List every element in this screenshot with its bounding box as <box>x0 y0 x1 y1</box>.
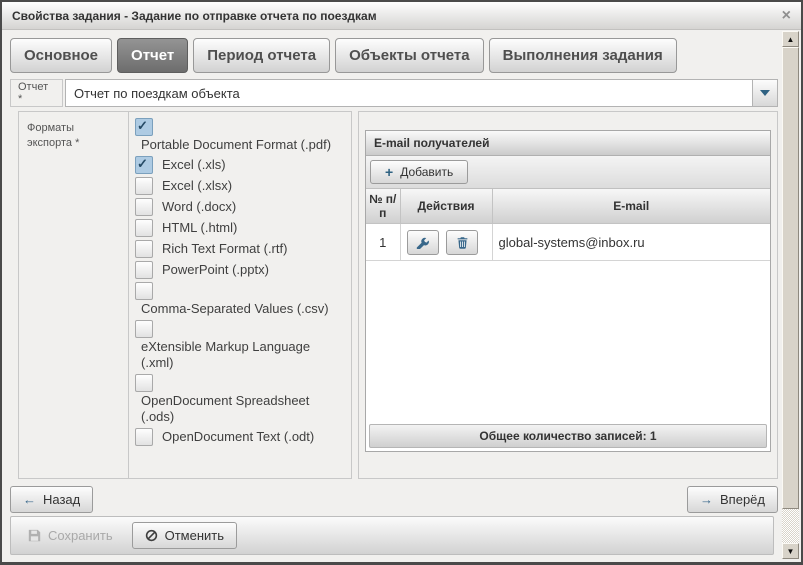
cancel-button-label: Отменить <box>165 528 224 543</box>
plus-icon: + <box>385 166 393 178</box>
format-label: eXtensible Markup Language (.xml) <box>141 339 345 371</box>
recipients-table: № п/п Действия E-mail 1 <box>366 189 770 261</box>
delete-recipient-button[interactable] <box>446 230 478 255</box>
main-row: Форматы экспорта * ✓ Portable Document Fo… <box>18 111 778 479</box>
checkbox-xls[interactable]: ✓ <box>135 156 153 174</box>
title-bar: Свойства задания - Задание по отправке о… <box>2 2 801 30</box>
checkbox-odt[interactable]: ✓ <box>135 428 153 446</box>
forward-button[interactable]: → Вперёд <box>687 486 778 513</box>
checkbox-pptx[interactable]: ✓ <box>135 261 153 279</box>
report-select-value: Отчет по поездкам объекта <box>66 80 752 106</box>
dialog-content: Основное Отчет Период отчета Объекты отч… <box>2 30 780 562</box>
format-label: OpenDocument Spreadsheet (.ods) <box>141 393 345 425</box>
format-label: Rich Text Format (.rtf) <box>162 241 287 256</box>
check-icon: ✓ <box>137 156 148 172</box>
format-item-csv: ✓Comma-Separated Values (.csv) <box>135 282 345 317</box>
export-formats-label: Форматы экспорта * <box>19 112 129 478</box>
records-count-bar: Общее количество записей: 1 <box>369 424 767 448</box>
report-select-dropdown-button[interactable] <box>752 80 777 106</box>
column-header-actions[interactable]: Действия <box>400 189 492 224</box>
table-header-row: № п/п Действия E-mail <box>366 189 770 224</box>
report-select[interactable]: Отчет по поездкам объекта <box>65 79 778 107</box>
scroll-up-button[interactable]: ▲ <box>782 31 799 47</box>
checkbox-html[interactable]: ✓ <box>135 219 153 237</box>
format-item-pptx: ✓ PowerPoint (.pptx) <box>135 261 345 279</box>
email-panel-toolbar: + Добавить <box>366 156 770 189</box>
report-field-row: Отчет * Отчет по поездкам объекта <box>10 79 778 107</box>
tab-report-objects[interactable]: Объекты отчета <box>335 38 484 73</box>
row-number: 1 <box>366 224 400 261</box>
dialog-footer: Сохранить Отменить <box>10 516 774 555</box>
forward-button-label: Вперёд <box>720 492 765 507</box>
checkbox-xml[interactable]: ✓ <box>135 320 153 338</box>
report-label: Отчет * <box>10 79 63 107</box>
format-item-ods: ✓OpenDocument Spreadsheet (.ods) <box>135 374 345 425</box>
checkbox-pdf[interactable]: ✓ <box>135 118 153 136</box>
row-actions <box>400 224 492 261</box>
format-item-xml: ✓eXtensible Markup Language (.xml) <box>135 320 345 371</box>
format-item-odt: ✓ OpenDocument Text (.odt) <box>135 428 345 446</box>
check-icon: ✓ <box>137 118 148 134</box>
format-label: OpenDocument Text (.odt) <box>162 429 314 444</box>
edit-recipient-button[interactable] <box>407 230 439 255</box>
format-label: Excel (.xls) <box>162 157 226 172</box>
wizard-nav: ← Назад → Вперёд <box>10 486 778 513</box>
checkbox-ods[interactable]: ✓ <box>135 374 153 392</box>
format-item-xlsx: ✓ Excel (.xlsx) <box>135 177 345 195</box>
back-button[interactable]: ← Назад <box>10 486 93 513</box>
cancel-icon <box>145 529 158 542</box>
recipient-email: global-systems@inbox.ru <box>492 224 770 261</box>
back-button-label: Назад <box>43 492 80 507</box>
format-label: PowerPoint (.pptx) <box>162 262 269 277</box>
format-item-html: ✓ HTML (.html) <box>135 219 345 237</box>
tab-report-period[interactable]: Период отчета <box>193 38 330 73</box>
format-item-pdf: ✓ Portable Document Format (.pdf) <box>135 118 345 153</box>
tab-bar: Основное Отчет Период отчета Объекты отч… <box>10 38 778 73</box>
arrow-right-icon: → <box>700 492 713 507</box>
table-empty-area <box>366 261 770 421</box>
add-recipient-button[interactable]: + Добавить <box>370 160 468 184</box>
column-header-num[interactable]: № п/п <box>366 189 400 224</box>
format-item-docx: ✓ Word (.docx) <box>135 198 345 216</box>
checkbox-rtf[interactable]: ✓ <box>135 240 153 258</box>
chevron-down-icon <box>760 90 770 96</box>
email-cell: E-mail получателей + Добавить № п/п Дейс <box>358 111 778 479</box>
vertical-scrollbar[interactable]: ▲ ▼ <box>782 31 799 559</box>
scroll-down-button[interactable]: ▼ <box>782 543 799 559</box>
save-button[interactable]: Сохранить <box>15 522 126 549</box>
table-row: 1 global-systems@inbox.ru <box>366 224 770 261</box>
add-button-label: Добавить <box>400 165 453 179</box>
format-label: Word (.docx) <box>162 199 236 214</box>
format-label: HTML (.html) <box>162 220 237 235</box>
column-header-email[interactable]: E-mail <box>492 189 770 224</box>
format-item-rtf: ✓ Rich Text Format (.rtf) <box>135 240 345 258</box>
email-recipients-panel: E-mail получателей + Добавить № п/п Дейс <box>365 130 771 452</box>
cancel-button[interactable]: Отменить <box>132 522 237 549</box>
format-label: Comma-Separated Values (.csv) <box>141 301 345 317</box>
scrollbar-thumb[interactable] <box>782 47 799 509</box>
close-icon[interactable]: × <box>782 8 791 24</box>
tab-main[interactable]: Основное <box>10 38 112 73</box>
checkbox-csv[interactable]: ✓ <box>135 282 153 300</box>
checkbox-docx[interactable]: ✓ <box>135 198 153 216</box>
save-button-label: Сохранить <box>48 528 113 543</box>
save-icon <box>28 529 41 542</box>
export-formats-group: Форматы экспорта * ✓ Portable Document Fo… <box>18 111 352 479</box>
format-label: Excel (.xlsx) <box>162 178 232 193</box>
email-panel-title: E-mail получателей <box>366 131 770 156</box>
tab-task-executions[interactable]: Выполнения задания <box>489 38 677 73</box>
format-item-xls: ✓ Excel (.xls) <box>135 156 345 174</box>
checkbox-xlsx[interactable]: ✓ <box>135 177 153 195</box>
format-label: Portable Document Format (.pdf) <box>141 137 345 153</box>
wrench-icon <box>416 236 429 249</box>
dialog-window: Свойства задания - Задание по отправке о… <box>0 0 803 565</box>
arrow-left-icon: ← <box>23 492 36 507</box>
trash-icon <box>456 236 469 249</box>
dialog-title: Свойства задания - Задание по отправке о… <box>12 9 377 23</box>
export-formats-list: ✓ Portable Document Format (.pdf) ✓ Excel … <box>129 112 351 478</box>
tab-report[interactable]: Отчет <box>117 38 188 73</box>
